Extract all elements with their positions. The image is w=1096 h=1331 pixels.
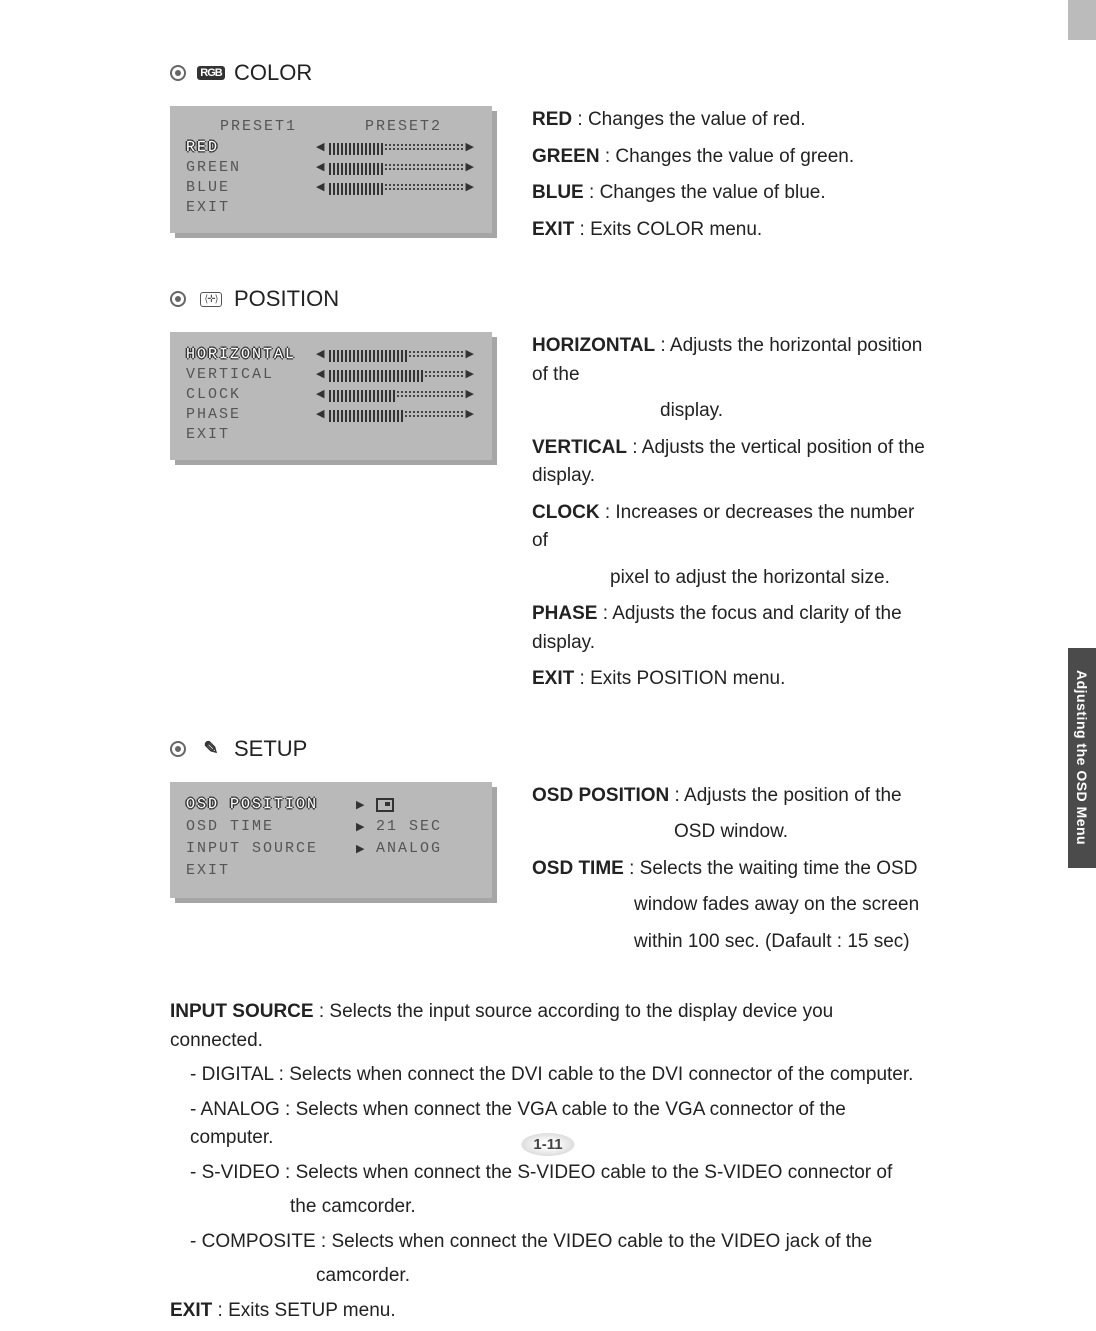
position-icon: ⟨✛⟩	[196, 289, 226, 309]
desc-position: HORIZONTAL : Adjusts the horizontal posi…	[532, 332, 930, 702]
osd-preset1: PRESET1	[220, 118, 297, 135]
osd-input-val: ANALOG	[376, 840, 442, 857]
osd-blue: BLUE	[186, 179, 316, 196]
section-title-setup: ✎ SETUP	[170, 736, 930, 762]
osd-clock: CLOCK	[186, 386, 316, 403]
osd-position: HORIZONTAL◀▶ VERTICAL◀▶ CLOCK◀▶ PHASE◀▶ …	[170, 332, 492, 460]
osd-horizontal: HORIZONTAL	[186, 346, 316, 363]
osd-vertical: VERTICAL	[186, 366, 316, 383]
bullet-icon	[170, 291, 186, 307]
osd-setup: OSD POSITION▶ OSD TIME▶21 SEC INPUT SOUR…	[170, 782, 492, 898]
desc-setup-full: INPUT SOURCE : Selects the input source …	[170, 998, 930, 1325]
desc-color: RED : Changes the value of red. GREEN : …	[532, 106, 854, 252]
osd-green: GREEN	[186, 159, 316, 176]
osd-preset2: PRESET2	[365, 118, 442, 135]
osd-osdtime: OSD TIME	[186, 818, 356, 835]
osd-exit: EXIT	[186, 862, 356, 879]
bullet-icon	[170, 65, 186, 81]
page-number: 1-11	[521, 1133, 574, 1156]
side-tab: Adjusting the OSD Menu	[1068, 648, 1096, 868]
osd-phase: PHASE	[186, 406, 316, 423]
color-title: COLOR	[234, 60, 312, 86]
section-title-position: ⟨✛⟩ POSITION	[170, 286, 930, 312]
section-title-color: RGB COLOR	[170, 60, 930, 86]
osd-red: RED	[186, 139, 316, 156]
bullet-icon	[170, 741, 186, 757]
osd-osdtime-val: 21 SEC	[376, 818, 442, 835]
osd-osdpos: OSD POSITION	[186, 796, 356, 813]
osd-color: PRESET1 PRESET2 RED◀▶ GREEN◀▶ BLUE◀▶ EXI…	[170, 106, 492, 233]
setup-icon: ✎	[196, 739, 226, 759]
side-tab-blank	[1068, 0, 1096, 40]
rgb-icon: RGB	[196, 63, 226, 83]
osd-input: INPUT SOURCE	[186, 840, 356, 857]
position-title: POSITION	[234, 286, 339, 312]
setup-title: SETUP	[234, 736, 307, 762]
mini-screen-icon	[376, 798, 394, 812]
osd-exit: EXIT	[186, 199, 316, 216]
desc-setup: OSD POSITION : Adjusts the position of t…	[532, 782, 919, 965]
osd-exit: EXIT	[186, 426, 316, 443]
